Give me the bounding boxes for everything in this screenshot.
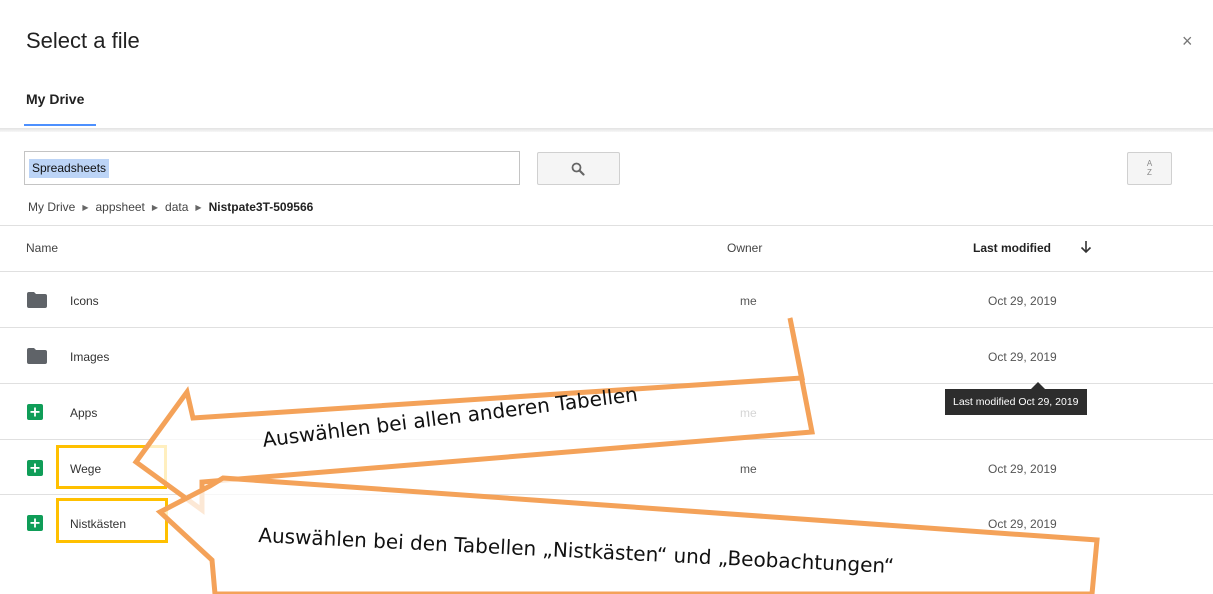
annotation-arrows: [132, 317, 1100, 594]
